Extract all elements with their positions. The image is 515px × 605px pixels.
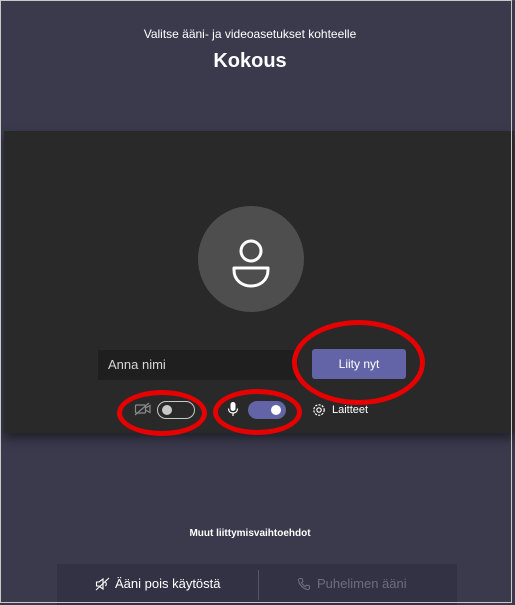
microphone-icon [227,402,239,416]
gear-icon[interactable] [311,402,327,418]
top-separator [0,0,515,1]
microphone-toggle-knob [271,405,281,415]
phone-audio-label: Puhelimen ääni [317,576,407,591]
options-divider [258,570,259,600]
person-icon [232,239,270,288]
audio-off-label: Ääni pois käytöstä [115,576,221,591]
phone-icon [297,577,311,591]
avatar [198,206,304,312]
devices-button[interactable]: Laitteet [332,404,368,416]
camera-toggle[interactable] [157,401,195,419]
name-input[interactable] [98,350,298,380]
speaker-off-icon [95,577,110,591]
join-now-button[interactable]: Liity nyt [312,349,406,379]
microphone-toggle[interactable] [248,401,286,419]
meeting-title: Kokous [213,50,287,72]
camera-toggle-knob [162,405,172,415]
audio-off-option[interactable]: Ääni pois käytöstä [95,576,221,592]
audio-options-bar: Ääni pois käytöstä Puhelimen ääni [57,564,457,605]
camera-off-icon [134,402,151,416]
video-preview-panel: Liity nyt Laitteet [4,131,514,433]
phone-audio-option[interactable]: Puhelimen ääni [297,576,407,592]
settings-subtitle: Valitse ääni- ja videoasetukset kohteell… [143,27,357,41]
other-join-options-heading: Muut liittymisvaihtoehdot [189,528,311,539]
